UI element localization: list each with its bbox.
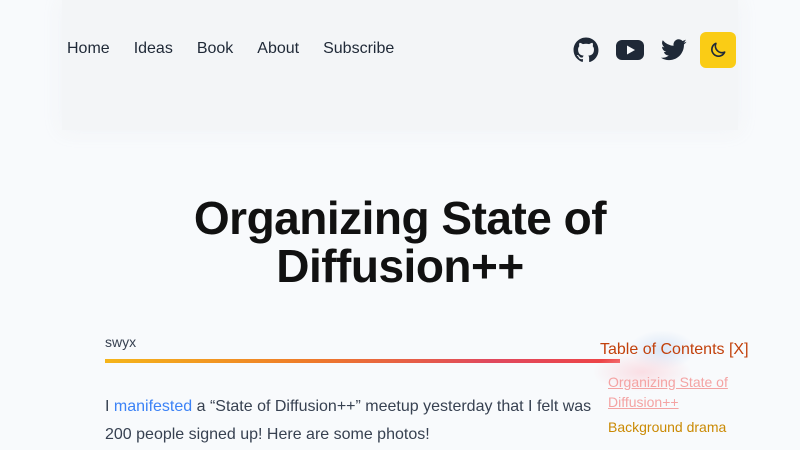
gradient-divider xyxy=(105,359,620,363)
toc-item-organizing[interactable]: Organizing State of Diffusion++ xyxy=(608,372,748,412)
para-rest: a “State of Diffusion++” meetup yesterda… xyxy=(192,398,592,415)
nav-home[interactable]: Home xyxy=(67,40,110,58)
toc-item-background-drama[interactable]: Background drama xyxy=(608,419,726,435)
page-title: Organizing State of Diffusion++ xyxy=(100,194,700,290)
github-icon[interactable] xyxy=(573,37,599,63)
theme-toggle-button[interactable] xyxy=(700,32,736,68)
nav-ideas[interactable]: Ideas xyxy=(134,40,173,58)
nav-book[interactable]: Book xyxy=(197,40,233,58)
nav-about[interactable]: About xyxy=(257,40,299,58)
youtube-icon[interactable] xyxy=(615,38,645,62)
title-line-1: Organizing State of xyxy=(193,192,607,244)
twitter-icon[interactable] xyxy=(661,39,687,61)
article-paragraph: I manifested a “State of Diffusion++” me… xyxy=(105,393,625,449)
moon-icon xyxy=(711,42,726,57)
para-lead: I xyxy=(105,398,114,415)
para-line-2: 200 people signed up! Here are some phot… xyxy=(105,426,430,443)
table-of-contents: Table of Contents [X] Organizing State o… xyxy=(592,330,800,450)
nav-subscribe[interactable]: Subscribe xyxy=(323,40,394,58)
manifested-link[interactable]: manifested xyxy=(114,398,192,415)
toc-heading[interactable]: Table of Contents [X] xyxy=(600,341,749,359)
title-line-2: Diffusion++ xyxy=(276,240,524,292)
top-nav: Home Ideas Book About Subscribe xyxy=(67,40,394,58)
author-name: swyx xyxy=(105,334,137,350)
